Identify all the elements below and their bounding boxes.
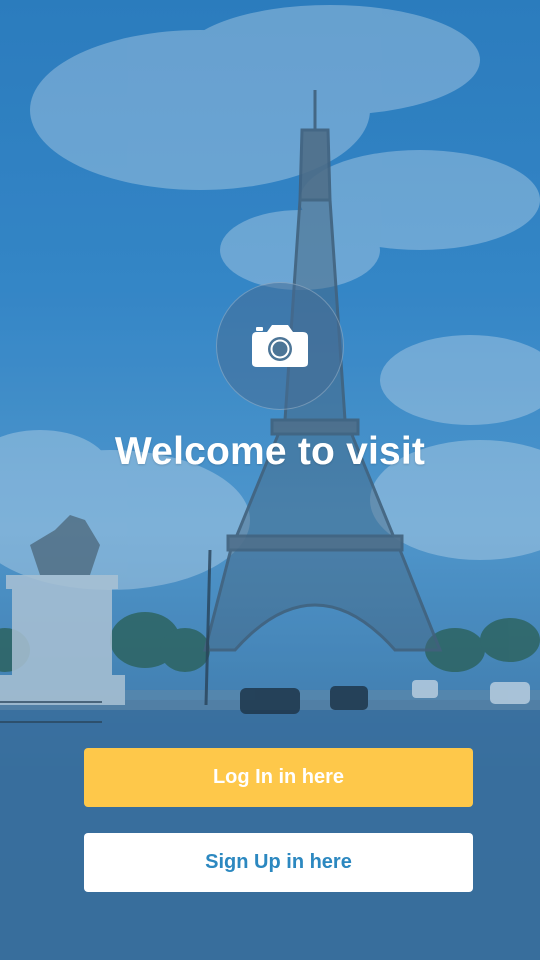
camera-icon	[252, 325, 308, 367]
blue-overlay	[0, 0, 540, 960]
camera-badge[interactable]	[216, 282, 344, 410]
welcome-title: Welcome to visit	[114, 430, 426, 473]
signup-button[interactable]: Sign Up in here	[84, 833, 473, 892]
welcome-screen: Welcome to visit Log In in here Sign Up …	[0, 0, 540, 960]
login-button[interactable]: Log In in here	[84, 748, 473, 807]
